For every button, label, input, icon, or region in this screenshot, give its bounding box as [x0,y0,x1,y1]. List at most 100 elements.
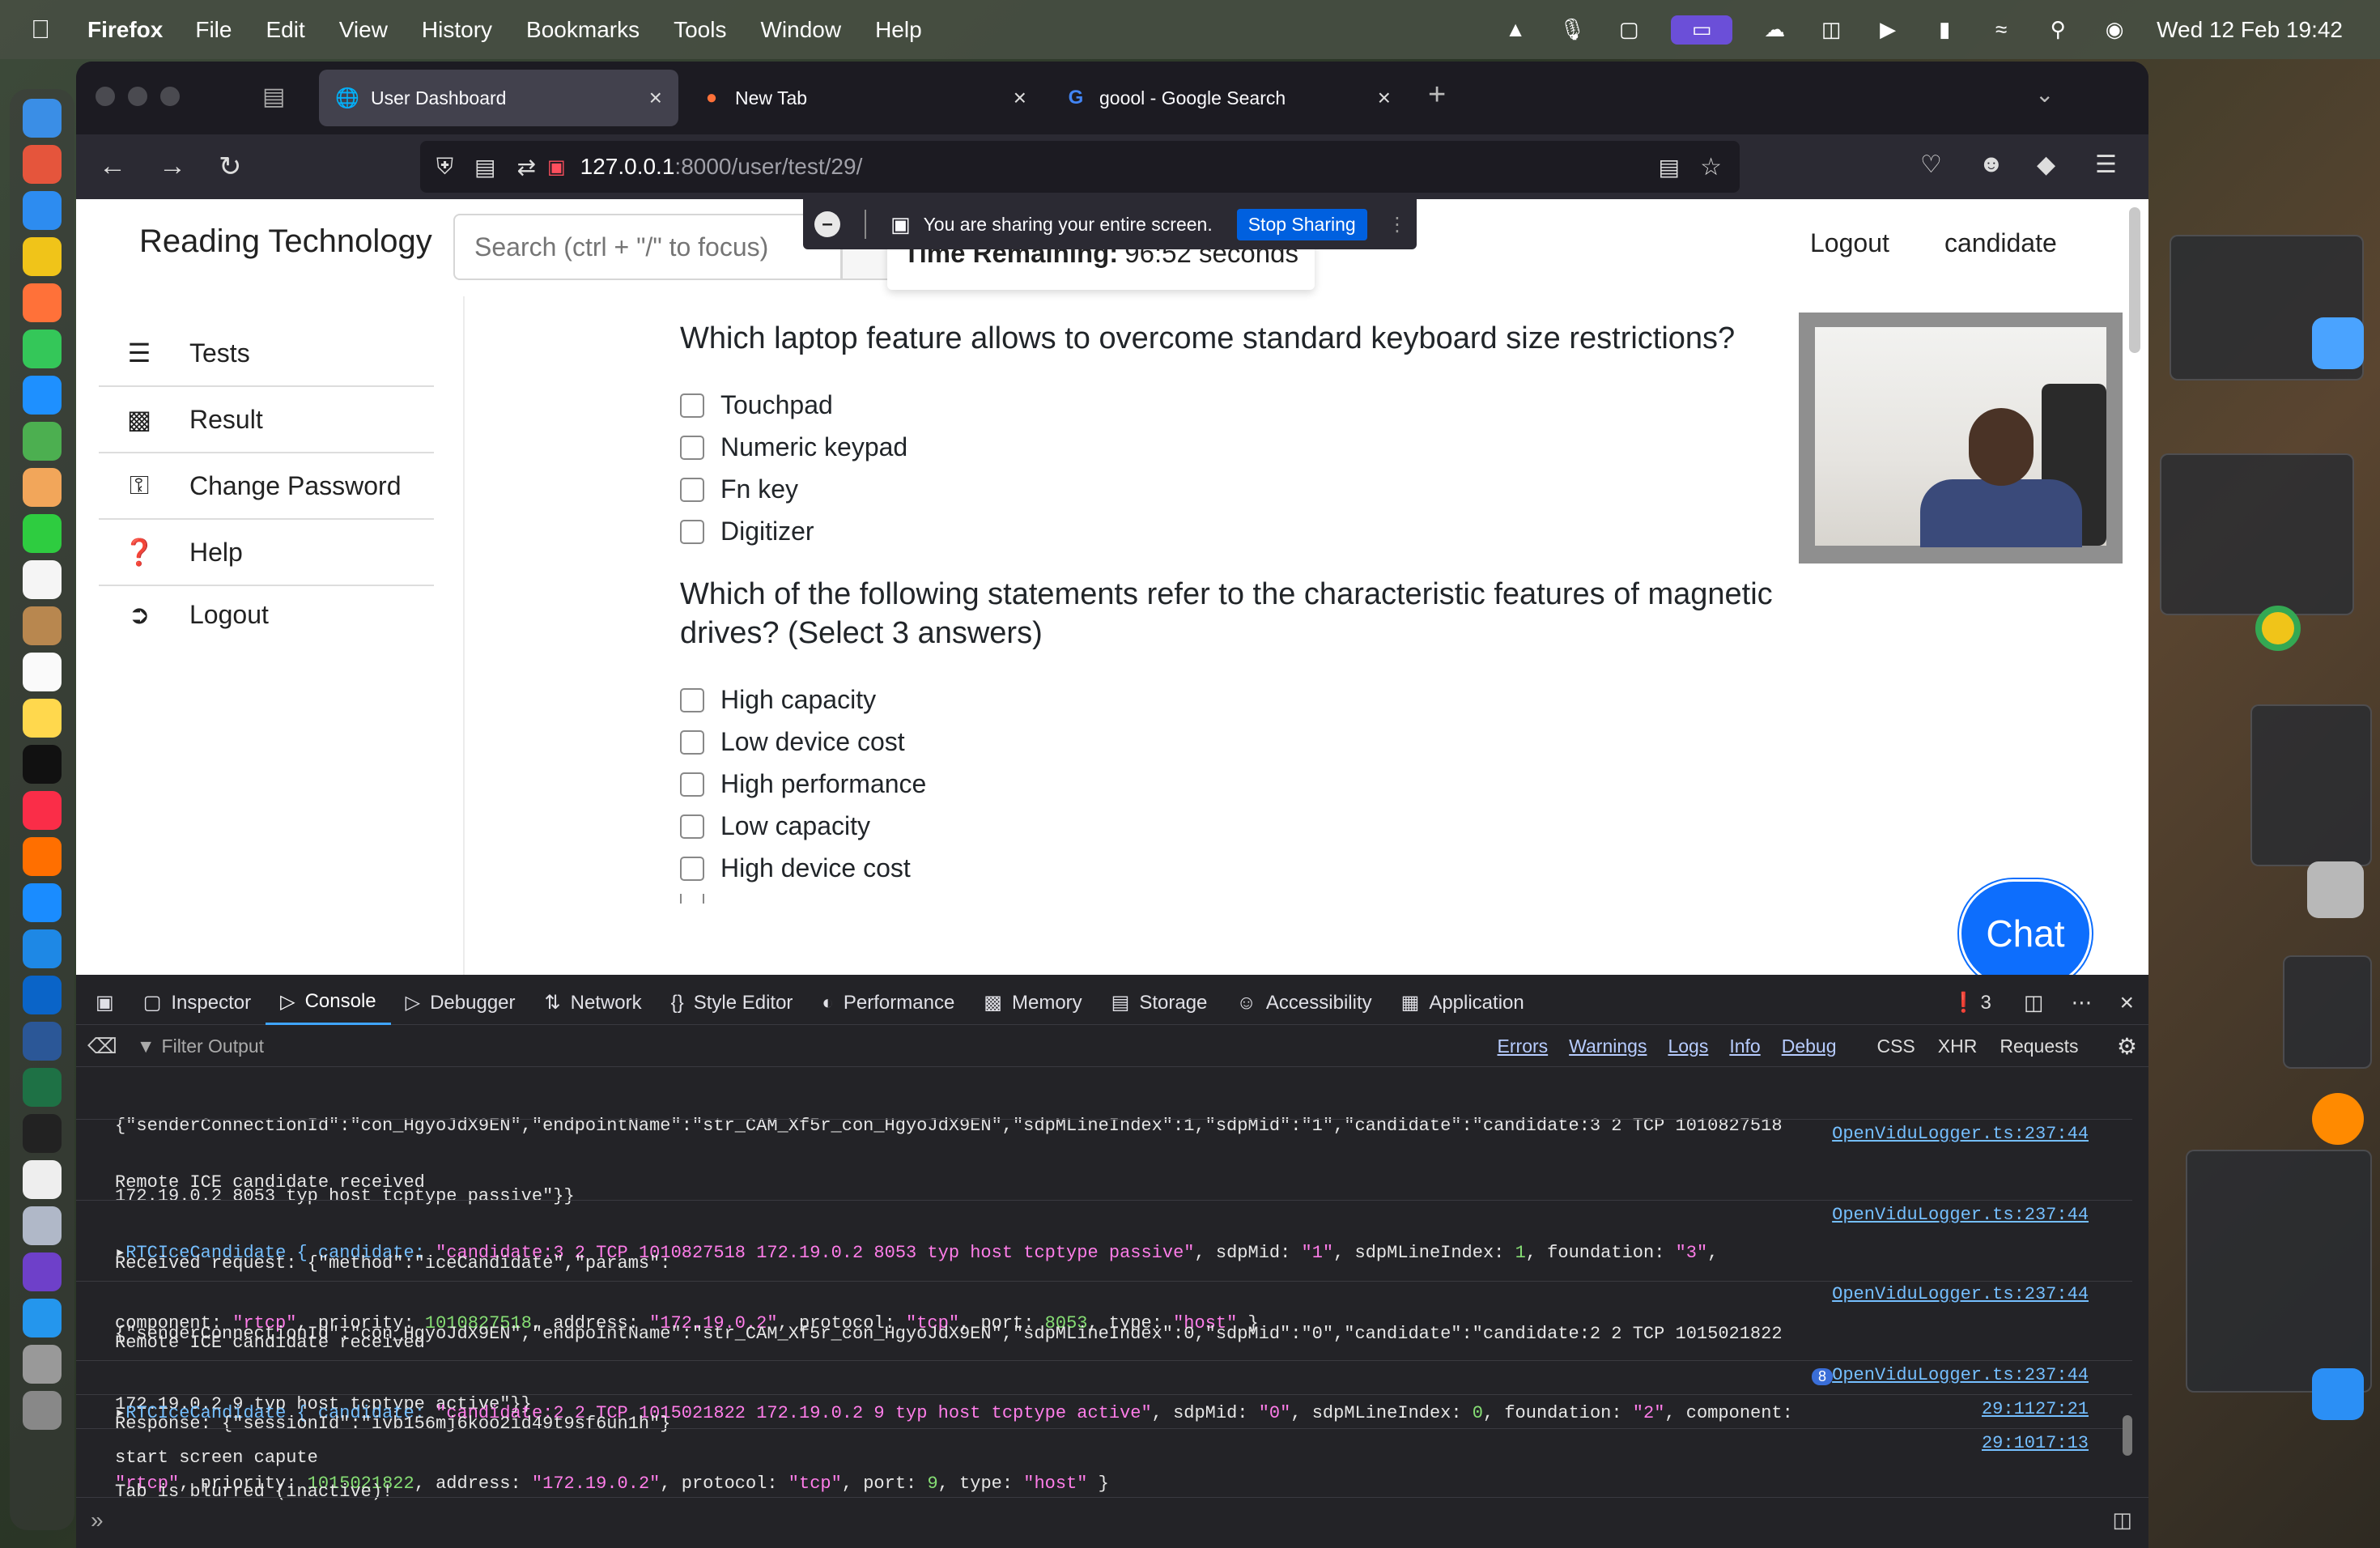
log-source-link[interactable]: OpenViduLogger.ts:237:44 [1832,1365,2089,1385]
pocket-icon[interactable]: ♡ [1920,151,1942,179]
tab-new-tab[interactable]: ● New Tab × [683,70,1043,126]
filter-css[interactable]: CSS [1865,1032,1926,1061]
stop-sharing-button[interactable]: Stop Sharing [1236,208,1367,240]
finder-icon[interactable] [23,99,62,138]
podcasts-icon[interactable] [2312,1093,2364,1145]
option-touchpad[interactable]: Touchpad [680,390,833,420]
log-source-link[interactable]: 29:1127:21 [1982,1399,2089,1419]
tab-performance[interactable]: ◐ Performance [807,981,969,1025]
tab-inspector[interactable]: ▢ Inspector [129,981,266,1025]
filter-output-input[interactable]: Filter Output [162,1036,1490,1057]
menu-file[interactable]: File [195,17,232,43]
console-scrollbar[interactable] [2123,1415,2132,1456]
filter-xhr[interactable]: XHR [1927,1032,1989,1061]
photos-icon[interactable] [23,468,62,507]
launchpad-icon[interactable] [23,145,62,184]
desktop-thumbnail[interactable] [2160,453,2354,615]
database-icon[interactable] [2307,861,2364,918]
checkbox[interactable] [680,393,704,418]
safari-icon[interactable] [23,191,62,230]
app-name[interactable]: Firefox [87,17,163,43]
apple-icon[interactable]:  [31,15,63,45]
chat-button[interactable]: Chat [1959,879,2092,975]
wifi-icon[interactable]: ≈ [1987,15,2016,45]
more-options-icon[interactable]: ⋯ [2071,990,2092,1015]
sidebar-item-logout[interactable]: ➲ Logout [99,586,434,643]
checkbox[interactable] [680,477,704,502]
desktop-thumbnail[interactable] [2283,955,2372,1069]
checkbox[interactable] [680,856,704,881]
minimize-icon[interactable]: – [814,211,840,237]
settings-gear-icon[interactable]: ⚙ [2117,1033,2137,1060]
sidebar-item-change-password[interactable]: ⚿ Change Password [99,453,434,520]
menu-help[interactable]: Help [875,17,922,43]
tab-debugger[interactable]: ▷ Debugger [391,981,530,1025]
option-low-capacity[interactable]: Low capacity [680,811,870,841]
new-tab-button[interactable]: + [1428,78,1446,113]
firefox-icon[interactable] [23,283,62,322]
forward-button[interactable]: → [159,151,186,182]
sidebar-item-tests[interactable]: ☰ Tests [99,321,434,387]
tab-style-editor[interactable]: {} Style Editor [657,981,808,1025]
music-icon[interactable] [23,791,62,830]
tab-user-dashboard[interactable]: 🌐 User Dashboard × [319,70,678,126]
logout-link[interactable]: Logout [1810,228,1889,258]
terminal-icon[interactable] [23,1114,62,1153]
hamburger-menu-icon[interactable]: ☰ [2095,151,2117,179]
account-icon[interactable]: ☻ [1978,151,2004,178]
permissions-icon[interactable]: ⇄ [516,154,535,181]
word-icon[interactable] [23,1022,62,1061]
filter-debug[interactable]: Debug [1774,1032,1845,1061]
control-center-icon[interactable]: ◉ [2100,15,2129,45]
trash-icon[interactable] [23,1391,62,1430]
screen-mirroring-icon[interactable]: ▭ [1671,15,1733,45]
sidebar-item-result[interactable]: ▩ Result [99,387,434,453]
docker-icon[interactable] [23,1299,62,1337]
tab-application[interactable]: ▦ Application [1387,981,1539,1025]
battery-icon[interactable]: ▮ [1930,15,1959,45]
mail-icon[interactable] [23,376,62,415]
close-icon[interactable]: × [649,85,662,111]
close-window-button[interactable] [96,87,115,106]
close-icon[interactable]: × [1378,85,1391,111]
log-source-link[interactable]: OpenViduLogger.ts:237:44 [1832,1284,2089,1304]
tab-network[interactable]: ⇅ Network [530,981,657,1025]
finder-icon[interactable] [2312,317,2364,369]
filter-errors[interactable]: Errors [1490,1032,1557,1061]
checkbox[interactable] [680,894,704,904]
option-numeric-keypad[interactable]: Numeric keypad [680,432,907,462]
menu-edit[interactable]: Edit [266,17,304,43]
checkbox[interactable] [680,772,704,797]
database-icon[interactable] [23,1345,62,1384]
play-icon[interactable]: ▶ [1873,15,1902,45]
bookmark-star-icon[interactable]: ☆ [1700,153,1722,181]
option-high-performance[interactable]: High performance [680,769,926,799]
shield-icon[interactable]: ⛨ [436,154,453,181]
checkbox[interactable] [680,435,704,460]
option-high-capacity[interactable]: High capacity [680,685,876,715]
chevron-down-icon[interactable]: ⌄ [2035,81,2054,108]
checkbox[interactable] [680,729,704,755]
sidebar-item-help[interactable]: ❓ Help [99,520,434,586]
option-fn-key[interactable]: Fn key [680,474,798,504]
option-high-device-cost[interactable]: High device cost [680,853,911,883]
split-console-icon[interactable]: ◫ [2112,1508,2132,1533]
facetime-icon[interactable] [23,514,62,553]
mail-icon[interactable] [2312,1368,2364,1420]
url-bar[interactable]: ⛨ ▤ ⇄ ▣ 127.0.0.1:8000/user/test/29/ ▤ ☆ [420,141,1740,193]
maps-icon[interactable] [23,422,62,461]
tab-overview-icon[interactable]: ▤ [262,83,285,111]
outlook-icon[interactable] [23,976,62,1014]
minimize-window-button[interactable] [128,87,147,106]
menu-window[interactable]: Window [760,17,841,43]
menu-bookmarks[interactable]: Bookmarks [526,17,640,43]
drag-handle-icon[interactable]: ⋮ [1388,213,1407,236]
desktop-thumbnail[interactable] [2186,1150,2372,1393]
menu-history[interactable]: History [422,17,492,43]
maximize-window-button[interactable] [160,87,180,106]
checkbox[interactable] [680,814,704,839]
option-digitizer[interactable]: Digitizer [680,517,814,546]
console-input[interactable]: » ◫ [76,1497,2148,1546]
screen-share-status-icon[interactable]: ▲ [1501,15,1530,45]
user-menu-link[interactable]: candidate [1944,228,2057,258]
